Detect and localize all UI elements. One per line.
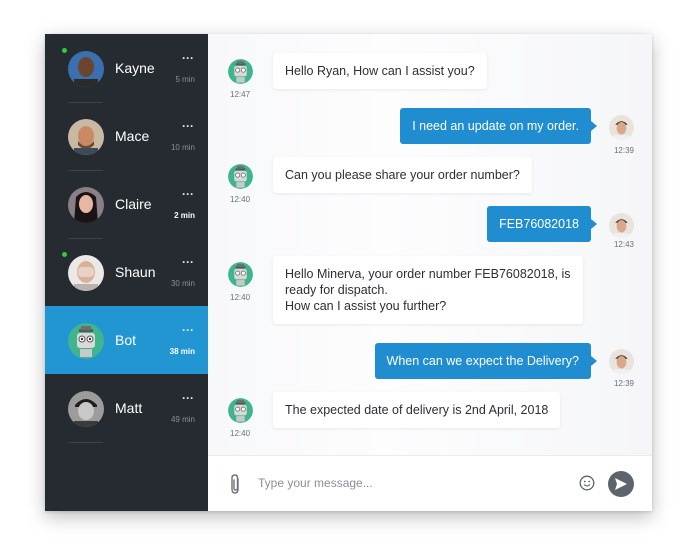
contact-name: Claire [115, 196, 152, 212]
bot-avatar [228, 398, 253, 423]
incoming-message: Hello Minerva, your order number FEB7608… [273, 256, 583, 324]
avatar-bot [68, 323, 104, 359]
conversation-panel: 12:47 Hello Ryan, How can I assist you? … [208, 34, 652, 511]
user-avatar [609, 349, 634, 374]
message-time: 12:40 [230, 195, 251, 204]
avatar-matt [68, 391, 104, 427]
contact-name: Matt [115, 400, 143, 416]
contact-bot[interactable]: Bot ··· 38 min [45, 306, 208, 374]
contact-name: Bot [115, 332, 137, 348]
contact-shaun[interactable]: Shaun ··· 30 min [45, 238, 208, 306]
more-icon[interactable]: ··· [182, 324, 194, 336]
emoji-icon[interactable] [579, 475, 595, 491]
contact-name: Mace [115, 128, 150, 144]
message-composer [208, 455, 652, 511]
divider [68, 442, 103, 443]
chat-app: Kayne ··· 5 min Mace ··· 10 min Claire ·… [45, 34, 652, 511]
contact-time: 38 min [169, 347, 195, 356]
message-input[interactable] [258, 471, 568, 495]
bot-avatar [228, 59, 253, 84]
send-icon [615, 478, 627, 490]
contact-name: Kayne [115, 60, 155, 76]
contact-time: 2 min [174, 211, 195, 220]
message-time: 12:47 [230, 90, 251, 99]
avatar-mace [68, 119, 104, 155]
outgoing-message: When can we expect the Delivery? [374, 343, 598, 379]
contact-time: 10 min [170, 143, 195, 152]
user-avatar [609, 115, 634, 140]
bot-avatar [228, 262, 253, 287]
contacts-sidebar: Kayne ··· 5 min Mace ··· 10 min Claire ·… [45, 34, 208, 511]
avatar-kayne [68, 51, 104, 87]
incoming-message: Hello Ryan, How can I assist you? [273, 53, 487, 89]
more-icon[interactable]: ··· [182, 256, 194, 268]
bot-avatar [228, 164, 253, 189]
contact-claire[interactable]: Claire ··· 2 min [45, 170, 208, 238]
attachment-icon[interactable] [228, 473, 242, 495]
message-time: 12:39 [613, 146, 634, 155]
contact-matt[interactable]: Matt ··· 49 min [45, 374, 208, 442]
message-time: 12:40 [230, 293, 251, 302]
message-time: 12:39 [613, 379, 634, 388]
user-avatar [609, 213, 634, 238]
online-indicator [62, 48, 67, 53]
contact-time: 49 min [170, 415, 195, 424]
outgoing-message: I need an update on my order. [400, 108, 597, 144]
avatar-shaun [68, 255, 104, 291]
more-icon[interactable]: ··· [182, 392, 194, 404]
message-list: 12:47 Hello Ryan, How can I assist you? … [208, 34, 652, 455]
contact-mace[interactable]: Mace ··· 10 min [45, 102, 208, 170]
more-icon[interactable]: ··· [182, 120, 194, 132]
online-indicator [62, 252, 67, 257]
contact-time: 30 min [170, 279, 195, 288]
incoming-message: The expected date of delivery is 2nd Apr… [273, 392, 561, 428]
message-time: 12:40 [230, 429, 251, 438]
more-icon[interactable]: ··· [182, 52, 194, 64]
more-icon[interactable]: ··· [182, 188, 194, 200]
contact-time: 5 min [175, 75, 195, 84]
incoming-message: Can you please share your order number? [273, 157, 532, 193]
message-time: 12:43 [613, 240, 634, 249]
contact-name: Shaun [115, 264, 156, 280]
send-button[interactable] [608, 471, 634, 497]
contact-kayne[interactable]: Kayne ··· 5 min [45, 34, 208, 102]
outgoing-message: FEB76082018 [487, 206, 597, 242]
avatar-claire [68, 187, 104, 223]
